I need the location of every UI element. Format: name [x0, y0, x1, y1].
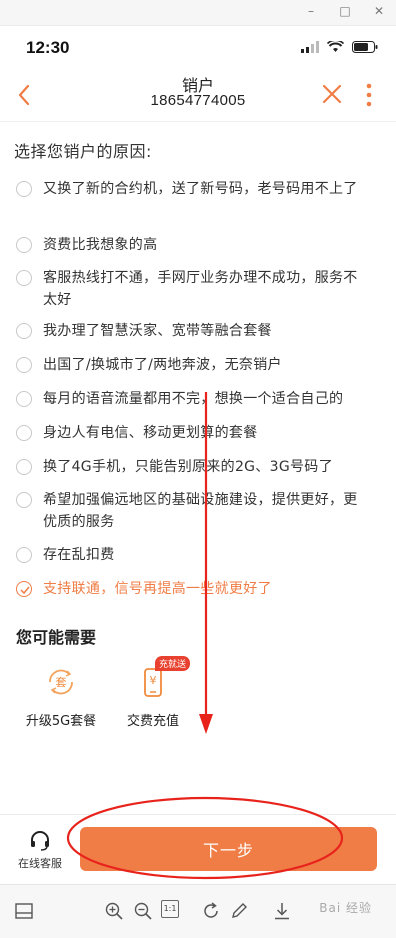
- reason-label: 资费比我想象的高: [43, 237, 158, 253]
- download-icon[interactable]: [272, 901, 292, 921]
- recharge-label: 交费充值: [126, 714, 179, 729]
- radio-button[interactable]: [16, 323, 32, 339]
- status-icons: [301, 41, 378, 53]
- reason-label: 换了4G手机，只能告别原来的2G、3G号码了: [43, 459, 333, 475]
- signal-icon: [301, 41, 319, 53]
- currency-glyph: ¥: [149, 674, 157, 687]
- bottom-bar: 在线客服 下一步: [0, 814, 396, 884]
- recharge-item[interactable]: ¥ 充就送 交费充值: [108, 656, 198, 729]
- close-icon[interactable]: [320, 82, 344, 106]
- online-service-button[interactable]: 在线客服: [12, 829, 68, 871]
- reason-label: 每月的语音流量都用不完，想换一个适合自己的: [43, 391, 344, 407]
- upgrade-5g-item[interactable]: 套 升级5G套餐: [16, 662, 106, 729]
- radio-button[interactable]: [16, 237, 32, 253]
- reason-label: 支持联通，信号再提高一些就更好了: [43, 581, 272, 597]
- sidebar-toggle-icon[interactable]: [14, 901, 34, 921]
- package-icon-glyph: 套: [55, 676, 67, 689]
- status-bar: 12:30: [0, 26, 396, 70]
- close-window-button[interactable]: ✕: [372, 4, 386, 18]
- reason-option[interactable]: 希望加强偏远地区的基础设施建设，提供更好，更优质的服务: [0, 489, 396, 533]
- next-step-button[interactable]: 下一步: [80, 827, 377, 871]
- viewer-toolbar: 1:1 Bai 经验: [0, 884, 396, 938]
- reason-option[interactable]: 存在乱扣费: [0, 544, 396, 566]
- reason-label: 又换了新的合约机，送了新号码，老号码用不上了: [43, 181, 358, 197]
- window-titlebar: – □ ✕: [0, 0, 396, 26]
- battery-icon: [352, 41, 378, 53]
- radio-button[interactable]: [16, 425, 32, 441]
- reason-label: 希望加强偏远地区的基础设施建设，提供更好，更优质的服务: [43, 492, 358, 530]
- reason-label: 身边人有电信、移动更划算的套餐: [43, 425, 258, 441]
- online-service-label: 在线客服: [18, 857, 62, 870]
- minimize-button[interactable]: –: [304, 4, 318, 18]
- nav-header: 销户 18654774005: [0, 70, 396, 122]
- radio-button[interactable]: [16, 459, 32, 475]
- reason-label: 存在乱扣费: [43, 547, 115, 563]
- reason-option[interactable]: 又换了新的合约机，送了新号码，老号码用不上了: [0, 178, 396, 200]
- main-content: 选择您销户的原因: 又换了新的合约机，送了新号码，老号码用不上了 资费比我想象的…: [0, 124, 396, 814]
- checkmark-icon: [20, 586, 30, 595]
- edit-pencil-icon[interactable]: [229, 901, 249, 921]
- package-upgrade-icon: 套: [41, 662, 81, 702]
- actual-size-button[interactable]: 1:1: [161, 900, 179, 918]
- reason-label: 出国了/换城市了/两地奔波，无奈销户: [43, 357, 282, 373]
- radio-button[interactable]: [16, 547, 32, 563]
- window-controls: – □ ✕: [304, 4, 386, 18]
- section-title: 选择您销户的原因:: [14, 142, 152, 161]
- reason-option[interactable]: 客服热线打不通，手网厅业务办理不成功，服务不太好: [0, 267, 396, 311]
- reason-label: 我办理了智慧沃家、宽带等融合套餐: [43, 323, 272, 339]
- radio-button[interactable]: [16, 391, 32, 407]
- radio-button[interactable]: [16, 492, 32, 508]
- radio-button[interactable]: [16, 181, 32, 197]
- reason-option[interactable]: 每月的语音流量都用不完，想换一个适合自己的: [0, 388, 396, 410]
- promo-badge: 充就送: [155, 656, 191, 671]
- reason-option[interactable]: 出国了/换城市了/两地奔波，无奈销户: [0, 354, 396, 376]
- reason-option[interactable]: 资费比我想象的高: [0, 234, 396, 256]
- maximize-button[interactable]: □: [338, 4, 352, 18]
- zoom-out-icon[interactable]: [133, 901, 153, 921]
- reason-option[interactable]: 换了4G手机，只能告别原来的2G、3G号码了: [0, 456, 396, 478]
- recharge-phone-icon: ¥ 充就送: [133, 656, 191, 702]
- reason-option[interactable]: 身边人有电信、移动更划算的套餐: [0, 422, 396, 444]
- reason-option[interactable]: 我办理了智慧沃家、宽带等融合套餐: [0, 320, 396, 342]
- rotate-icon[interactable]: [201, 901, 221, 921]
- radio-button-checked[interactable]: [16, 581, 32, 597]
- watermark: Bai 经验: [319, 901, 372, 915]
- radio-button[interactable]: [16, 270, 32, 286]
- zoom-in-icon[interactable]: [104, 901, 124, 921]
- suggestion-title: 您可能需要: [16, 628, 97, 647]
- wifi-icon: [327, 41, 344, 52]
- headset-icon: [31, 831, 49, 851]
- more-menu-icon[interactable]: [364, 82, 374, 108]
- reason-option-selected[interactable]: 支持联通，信号再提高一些就更好了: [0, 578, 396, 600]
- reason-label: 客服热线打不通，手网厅业务办理不成功，服务不太好: [43, 270, 358, 308]
- radio-button[interactable]: [16, 357, 32, 373]
- upgrade-5g-label: 升级5G套餐: [25, 714, 97, 729]
- status-time: 12:30: [26, 38, 70, 57]
